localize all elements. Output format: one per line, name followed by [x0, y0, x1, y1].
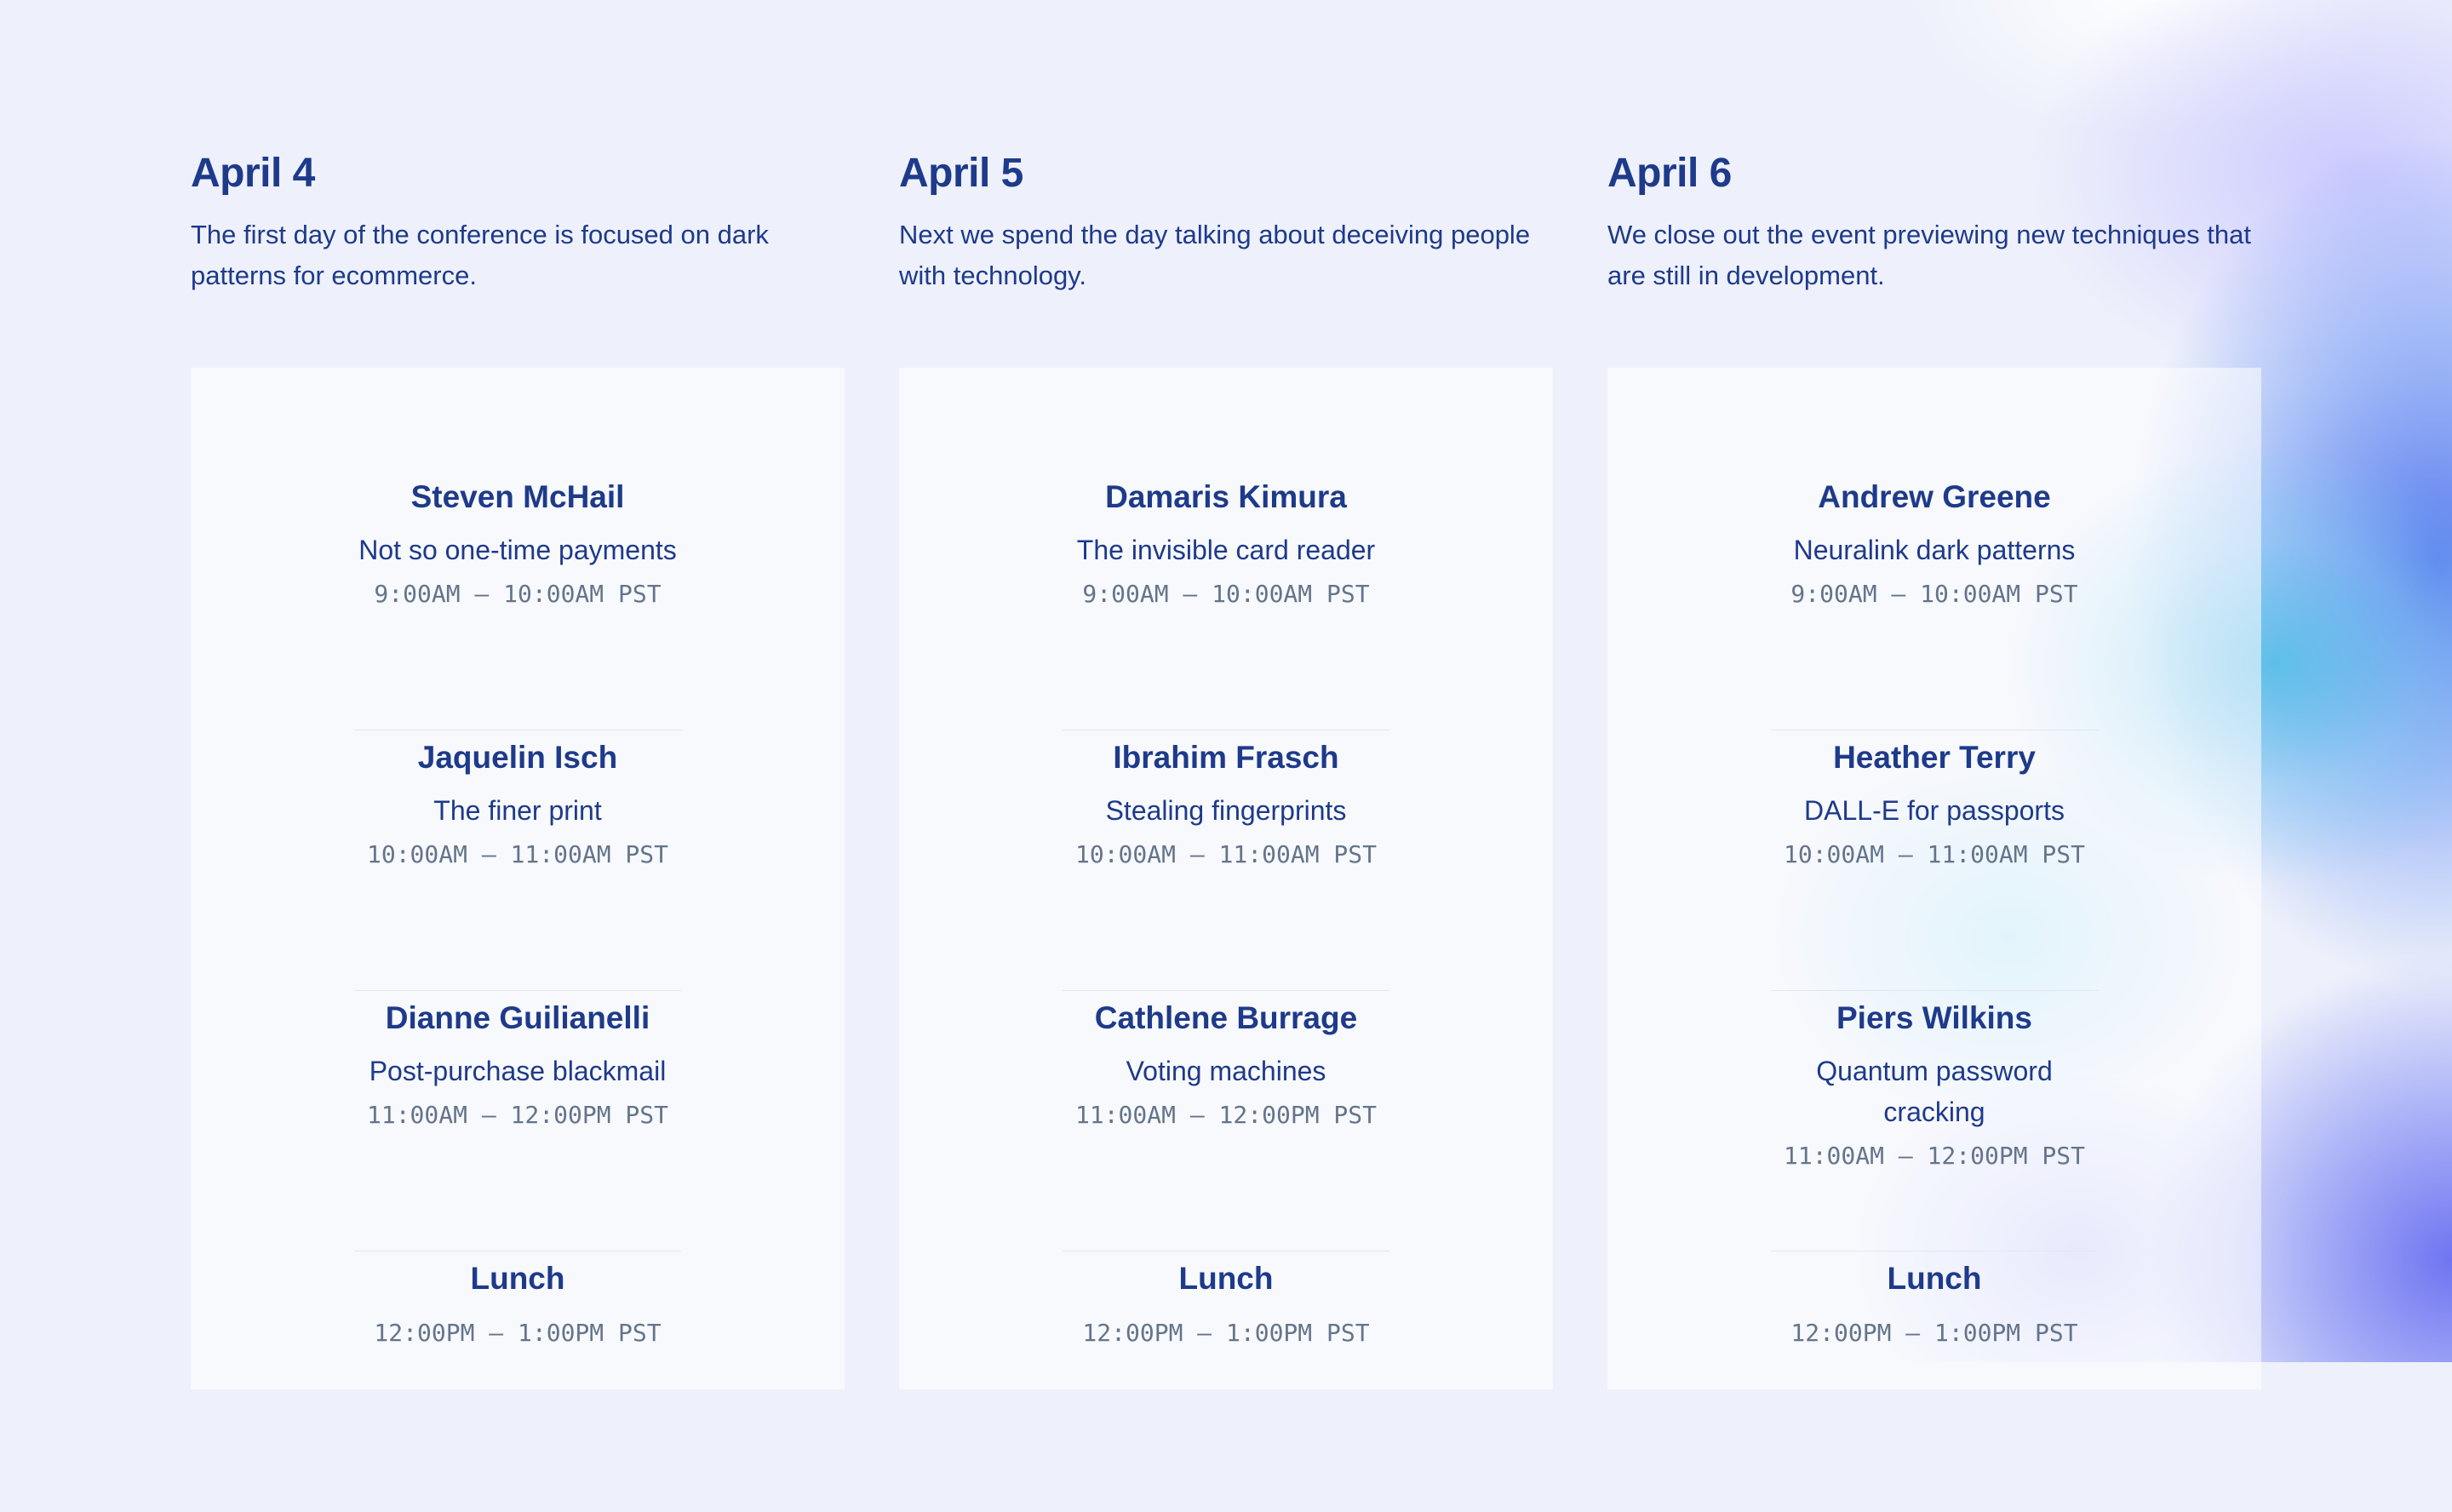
talk-title: The finer print	[433, 795, 602, 826]
lunch-slot: Lunch 12:00PM – 1:00PM PST	[1771, 1251, 2098, 1512]
slot-time: 11:00AM – 12:00PM PST	[366, 1101, 668, 1129]
talk-title: Quantum password cracking	[1816, 1056, 2053, 1127]
speaker-name: Ibrahim Frasch	[1113, 740, 1339, 775]
schedule-slot: Steven McHail Not so one-time payments 9…	[354, 470, 681, 730]
day-heading: April 4	[191, 151, 315, 196]
schedule-slot: Andrew Greene Neuralink dark patterns 9:…	[1771, 470, 2098, 730]
schedule-slot: Jaquelin Isch The finer print 10:00AM – …	[354, 730, 681, 991]
talk-title: DALL-E for passports	[1804, 795, 2065, 826]
schedule-slot: Cathlene Burrage Voting machines 11:00AM…	[1063, 991, 1389, 1251]
day-heading: April 5	[899, 151, 1023, 196]
day-description: The first day of the conference is focus…	[191, 220, 769, 290]
speaker-name: Andrew Greene	[1818, 479, 2051, 514]
speaker-name: Dianne Guilianelli	[385, 1000, 650, 1035]
speaker-name: Jaquelin Isch	[417, 740, 618, 775]
slot-time: 11:00AM – 12:00PM PST	[1783, 1142, 2085, 1170]
lunch-slot: Lunch 12:00PM – 1:00PM PST	[1063, 1251, 1389, 1512]
slot-time: 12:00PM – 1:00PM PST	[1082, 1319, 1370, 1347]
talk-title: Voting machines	[1126, 1056, 1326, 1086]
schedule-slot: Dianne Guilianelli Post-purchase blackma…	[354, 991, 681, 1251]
speaker-name: Cathlene Burrage	[1094, 1000, 1358, 1035]
day-description: Next we spend the day talking about dece…	[899, 220, 1531, 290]
day-column-april-6: April 6 We close out the event previewin…	[1607, 145, 2261, 1389]
day-heading: April 6	[1607, 151, 1732, 196]
slot-time: 12:00PM – 1:00PM PST	[374, 1319, 662, 1347]
talk-title: Post-purchase blackmail	[369, 1056, 667, 1086]
lunch-label: Lunch	[1887, 1261, 1982, 1296]
day-description: We close out the event previewing new te…	[1607, 220, 2251, 290]
schedule-columns: April 4 The first day of the conference …	[191, 145, 2261, 1389]
speaker-name: Heather Terry	[1833, 740, 2036, 775]
day-column-april-5: April 5 Next we spend the day talking ab…	[899, 145, 1553, 1389]
slot-time: 9:00AM – 10:00AM PST	[1082, 580, 1370, 608]
schedule-card: Andrew Greene Neuralink dark patterns 9:…	[1607, 368, 2261, 1389]
slot-time: 10:00AM – 11:00AM PST	[366, 840, 668, 868]
slot-time: 10:00AM – 11:00AM PST	[1074, 840, 1377, 868]
slot-time: 10:00AM – 11:00AM PST	[1783, 840, 2085, 868]
schedule-card: Damaris Kimura The invisible card reader…	[899, 368, 1553, 1389]
lunch-label: Lunch	[1178, 1261, 1274, 1296]
speaker-name: Piers Wilkins	[1836, 1000, 2032, 1035]
speaker-name: Steven McHail	[410, 479, 625, 514]
lunch-slot: Lunch 12:00PM – 1:00PM PST	[354, 1251, 681, 1512]
slot-time: 9:00AM – 10:00AM PST	[374, 580, 662, 608]
schedule-slot: Piers Wilkins Quantum password cracking …	[1771, 991, 2098, 1251]
talk-title: Neuralink dark patterns	[1793, 535, 2076, 565]
lunch-label: Lunch	[470, 1261, 565, 1296]
schedule-slot: Heather Terry DALL-E for passports 10:00…	[1771, 730, 2098, 991]
day-column-april-4: April 4 The first day of the conference …	[191, 145, 845, 1389]
slot-time: 9:00AM – 10:00AM PST	[1790, 580, 2078, 608]
talk-title: Not so one-time payments	[358, 535, 677, 565]
speaker-name: Damaris Kimura	[1105, 479, 1347, 514]
schedule-card: Steven McHail Not so one-time payments 9…	[191, 368, 845, 1389]
slot-time: 12:00PM – 1:00PM PST	[1790, 1319, 2078, 1347]
slot-time: 11:00AM – 12:00PM PST	[1074, 1101, 1377, 1129]
schedule-slot: Damaris Kimura The invisible card reader…	[1063, 470, 1389, 730]
talk-title: Stealing fingerprints	[1105, 795, 1347, 826]
schedule-slot: Ibrahim Frasch Stealing fingerprints 10:…	[1063, 730, 1389, 991]
talk-title: The invisible card reader	[1076, 535, 1376, 565]
